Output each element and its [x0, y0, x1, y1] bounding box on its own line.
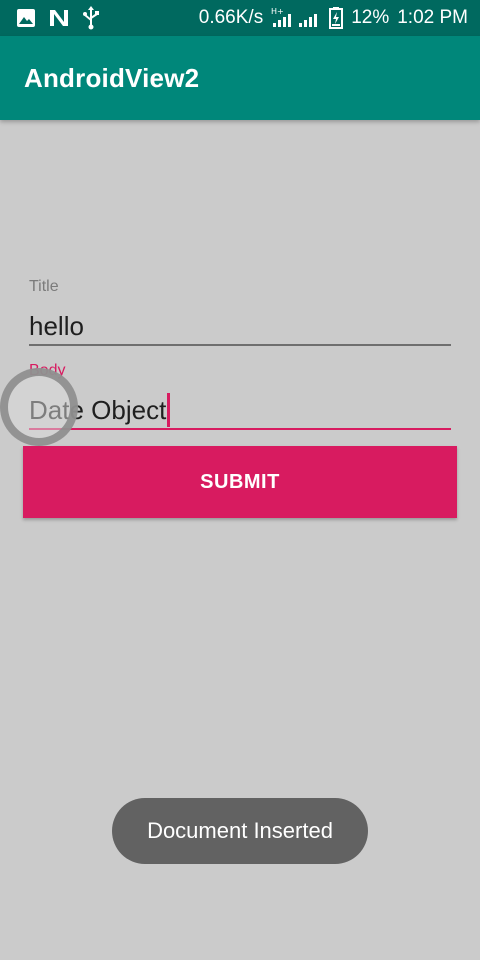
image-icon	[16, 8, 36, 28]
network-speed: 0.66K/s	[198, 7, 264, 28]
main-content: Title hello Body Date Object SUBMIT Docu…	[0, 120, 480, 960]
body-field[interactable]: Body Date Object	[29, 362, 451, 430]
toast: Document Inserted	[112, 798, 368, 864]
app-bar: AndroidView2	[0, 36, 480, 120]
toast-message: Document Inserted	[147, 818, 333, 843]
body-label: Body	[29, 362, 66, 379]
title-input[interactable]: hello	[29, 308, 451, 344]
text-cursor	[167, 393, 171, 428]
battery-percent: 12%	[351, 7, 390, 28]
app-title: AndroidView2	[24, 62, 200, 93]
status-right: 0.66K/s H+ 12% 1:02 PM	[199, 7, 480, 29]
title-label: Title	[29, 278, 59, 295]
body-underline	[29, 428, 451, 430]
submit-button[interactable]: SUBMIT	[23, 446, 457, 518]
body-input[interactable]: Date Object	[29, 392, 451, 428]
network-type: H+	[271, 7, 284, 16]
status-left-icons	[0, 6, 100, 30]
title-field[interactable]: Title hello	[29, 278, 451, 346]
battery-icon	[329, 7, 344, 29]
signal-icon: H+	[271, 7, 321, 29]
title-input-value: hello	[29, 311, 84, 341]
body-input-value: Date Object	[29, 395, 167, 425]
status-bar: 0.66K/s H+ 12% 1:02 PM	[0, 0, 480, 36]
clock: 1:02 PM	[397, 7, 468, 28]
usb-icon	[82, 6, 100, 30]
title-underline	[29, 344, 451, 346]
n-notification-icon	[48, 8, 70, 28]
